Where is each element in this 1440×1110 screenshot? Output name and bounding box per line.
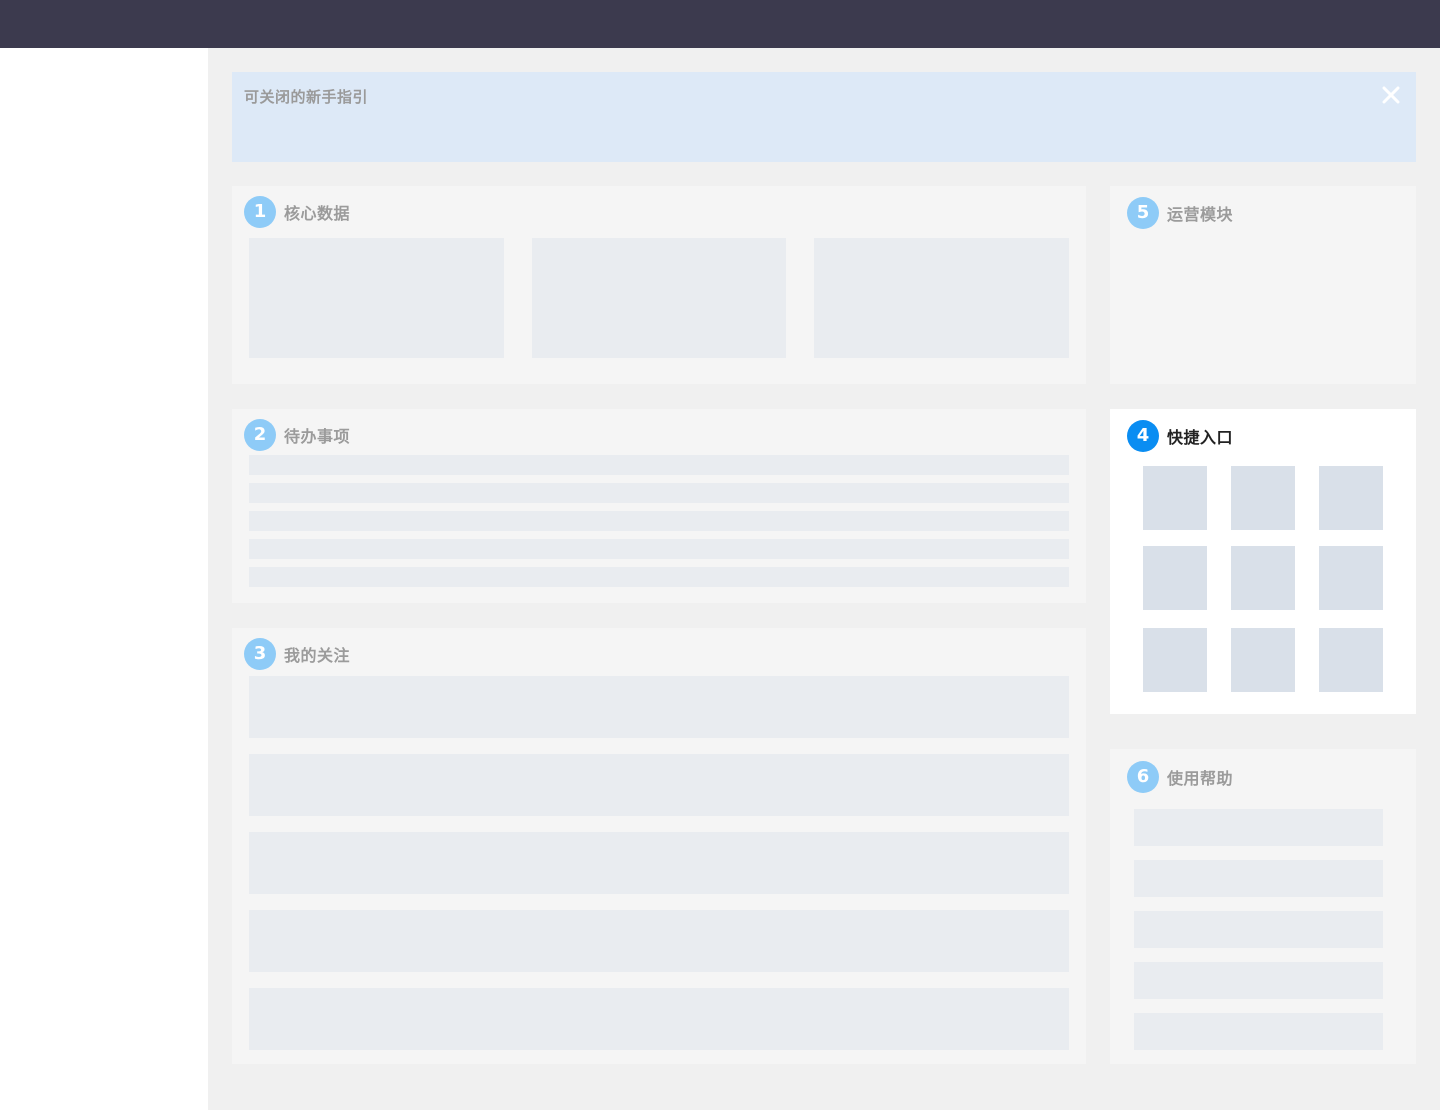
operations-card: 5 运营模块 xyxy=(1110,186,1416,384)
following-item-placeholder xyxy=(249,832,1069,894)
sidebar xyxy=(0,48,208,1110)
following-item-placeholder xyxy=(249,910,1069,972)
shortcut-tile[interactable] xyxy=(1319,466,1383,530)
top-navigation-bar xyxy=(0,0,1440,48)
help-item-placeholder xyxy=(1134,860,1383,897)
card-header: 4 快捷入口 xyxy=(1127,420,1233,452)
todo-row-placeholder xyxy=(249,567,1069,587)
card-header: 2 待办事项 xyxy=(244,419,350,451)
help-item-placeholder xyxy=(1134,809,1383,846)
shortcut-tile[interactable] xyxy=(1319,546,1383,610)
shortcuts-card: 4 快捷入口 xyxy=(1110,409,1416,714)
help-item-placeholder xyxy=(1134,911,1383,948)
card-title: 使用帮助 xyxy=(1167,769,1234,788)
card-header: 1 核心数据 xyxy=(244,196,350,228)
step-badge: 2 xyxy=(244,419,276,451)
todo-row-placeholder xyxy=(249,539,1069,559)
card-title: 运营模块 xyxy=(1167,205,1234,224)
shortcut-tile[interactable] xyxy=(1319,628,1383,692)
card-title: 待办事项 xyxy=(284,427,351,446)
step-badge: 4 xyxy=(1127,420,1159,452)
shortcut-tile[interactable] xyxy=(1143,466,1207,530)
shortcut-tile[interactable] xyxy=(1231,466,1295,530)
data-panel-placeholder xyxy=(532,238,786,358)
step-badge: 5 xyxy=(1127,197,1159,229)
main-content: 可关闭的新手指引 1 核心数据 2 待办事项 3 我的关注 5 运营模块 4 快… xyxy=(208,48,1440,1110)
shortcut-tile[interactable] xyxy=(1231,628,1295,692)
card-header: 3 我的关注 xyxy=(244,638,350,670)
step-badge: 1 xyxy=(244,196,276,228)
todo-row-placeholder xyxy=(249,483,1069,503)
data-panel-placeholder xyxy=(814,238,1069,358)
todo-row-placeholder xyxy=(249,455,1069,475)
following-card: 3 我的关注 xyxy=(232,628,1086,1064)
card-title: 快捷入口 xyxy=(1167,428,1234,447)
card-header: 5 运营模块 xyxy=(1127,197,1233,229)
data-panel-placeholder xyxy=(249,238,504,358)
following-item-placeholder xyxy=(249,676,1069,738)
onboarding-guide-banner: 可关闭的新手指引 xyxy=(232,72,1416,162)
following-item-placeholder xyxy=(249,754,1069,816)
card-header: 6 使用帮助 xyxy=(1127,761,1233,793)
close-icon[interactable] xyxy=(1380,84,1402,106)
guide-title: 可关闭的新手指引 xyxy=(244,88,369,106)
following-item-placeholder xyxy=(249,988,1069,1050)
shortcut-tile[interactable] xyxy=(1143,628,1207,692)
shortcut-tile[interactable] xyxy=(1231,546,1295,610)
shortcut-tile[interactable] xyxy=(1143,546,1207,610)
help-card: 6 使用帮助 xyxy=(1110,749,1416,1064)
card-title: 我的关注 xyxy=(284,646,351,665)
step-badge: 3 xyxy=(244,638,276,670)
todo-row-placeholder xyxy=(249,511,1069,531)
core-data-card: 1 核心数据 xyxy=(232,186,1086,384)
help-item-placeholder xyxy=(1134,1013,1383,1050)
step-badge: 6 xyxy=(1127,761,1159,793)
card-title: 核心数据 xyxy=(284,204,351,223)
help-item-placeholder xyxy=(1134,962,1383,999)
todo-card: 2 待办事项 xyxy=(232,409,1086,603)
